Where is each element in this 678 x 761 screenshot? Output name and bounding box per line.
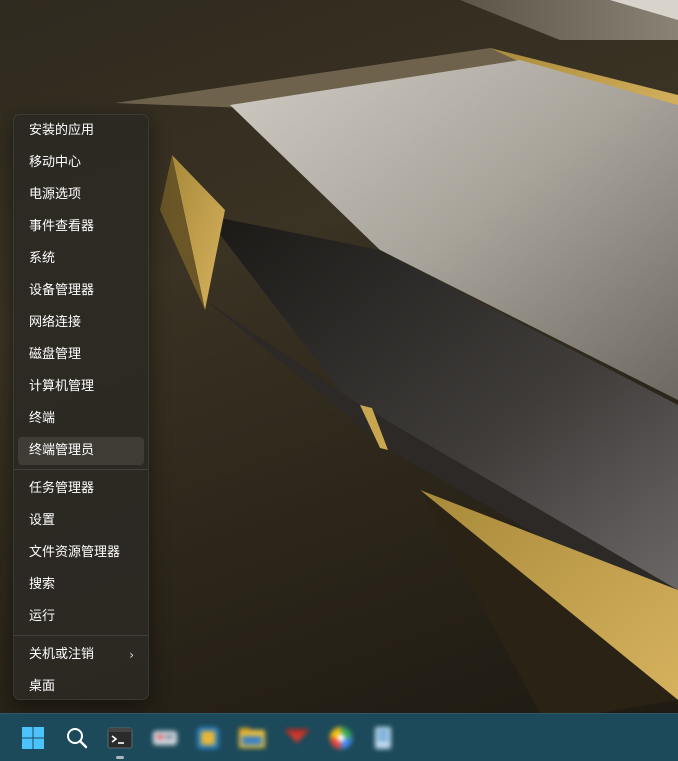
menu-item-task-manager[interactable]: 任务管理器	[18, 475, 144, 503]
terminal-icon[interactable]	[105, 723, 135, 759]
menu-item-terminal-admin[interactable]: 终端管理员	[18, 437, 144, 465]
menu-item-event-viewer[interactable]: 事件查看器	[18, 213, 144, 241]
menu-item-file-explorer[interactable]: 文件资源管理器	[18, 539, 144, 567]
menu-item-system[interactable]: 系统	[18, 245, 144, 273]
menu-item-search[interactable]: 搜索	[18, 571, 144, 599]
menu-separator	[14, 469, 148, 470]
menu-item-power-options[interactable]: 电源选项	[18, 181, 144, 209]
menu-item-mobility-center[interactable]: 移动中心	[18, 149, 144, 177]
file-explorer-icon[interactable]	[237, 723, 267, 753]
menu-separator	[14, 635, 148, 636]
menu-item-label: 关机或注销	[29, 647, 95, 662]
blurred-app-icon-4[interactable]	[326, 723, 356, 753]
menu-item-shutdown-signout[interactable]: 关机或注销 ›	[18, 641, 144, 669]
menu-item-run[interactable]: 运行	[18, 603, 144, 631]
search-icon[interactable]	[62, 723, 92, 753]
blurred-app-icon-2[interactable]	[193, 723, 223, 753]
blurred-app-icon-1[interactable]	[150, 723, 180, 753]
menu-item-device-manager[interactable]: 设备管理器	[18, 277, 144, 305]
winx-context-menu: 安装的应用 移动中心 电源选项 事件查看器 系统 设备管理器 网络连接 磁盘管理…	[13, 114, 149, 700]
menu-item-installed-apps[interactable]: 安装的应用	[18, 117, 144, 145]
menu-item-desktop[interactable]: 桌面	[18, 673, 144, 701]
desktop-wallpaper: 安装的应用 移动中心 电源选项 事件查看器 系统 设备管理器 网络连接 磁盘管理…	[0, 0, 678, 713]
blurred-app-icon-5[interactable]	[368, 723, 398, 753]
taskbar	[0, 713, 678, 761]
menu-item-network-connections[interactable]: 网络连接	[18, 309, 144, 337]
blurred-app-icon-3[interactable]	[282, 723, 312, 753]
running-indicator	[116, 756, 124, 759]
menu-item-disk-management[interactable]: 磁盘管理	[18, 341, 144, 369]
windows-start-icon[interactable]	[18, 723, 48, 753]
menu-item-terminal[interactable]: 终端	[18, 405, 144, 433]
menu-item-settings[interactable]: 设置	[18, 507, 144, 535]
chevron-right-icon: ›	[129, 648, 134, 662]
menu-item-computer-management[interactable]: 计算机管理	[18, 373, 144, 401]
